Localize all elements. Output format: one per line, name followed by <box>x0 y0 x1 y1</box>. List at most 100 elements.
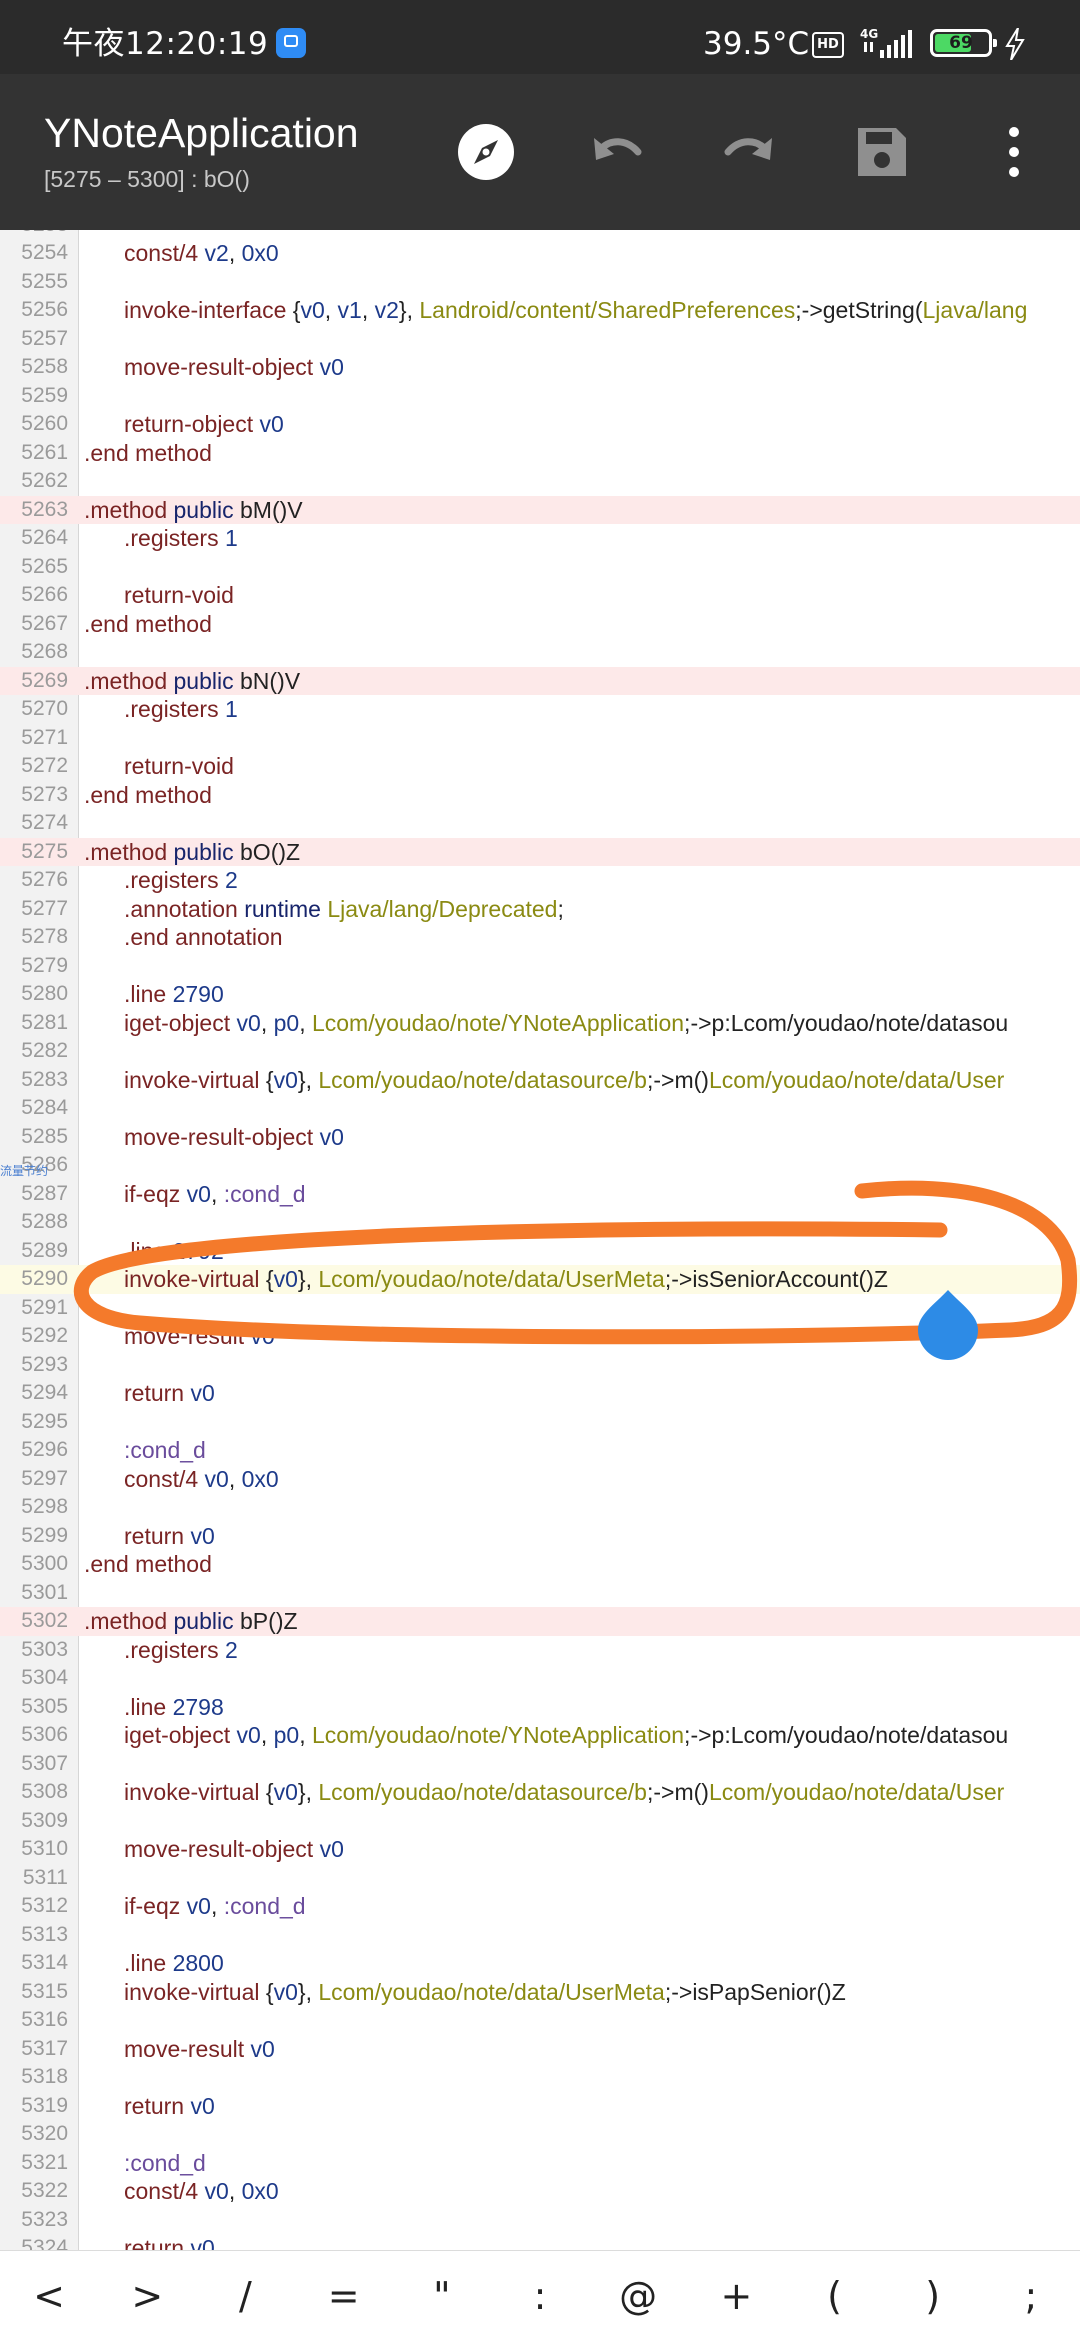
code-line[interactable]: 5292 move-result v0 <box>0 1322 1080 1351</box>
code-line[interactable]: 5318 <box>0 2063 1080 2092</box>
code-text: return v0 <box>124 1380 215 1407</box>
code-line[interactable]: 5322 const/4 v0, 0x0 <box>0 2177 1080 2206</box>
code-line[interactable]: 5294 return v0 <box>0 1379 1080 1408</box>
method-range-subtitle: [5275 – 5300] : bO() <box>44 166 250 192</box>
code-line[interactable]: 5291 <box>0 1294 1080 1323</box>
code-line[interactable]: 5272 return-void <box>0 752 1080 781</box>
code-line[interactable]: 5297 const/4 v0, 0x0 <box>0 1465 1080 1494</box>
undo-icon[interactable] <box>584 118 652 186</box>
code-line[interactable]: 5293 <box>0 1351 1080 1380</box>
save-icon[interactable] <box>848 118 916 186</box>
code-line[interactable]: 5288 <box>0 1208 1080 1237</box>
code-line[interactable]: 5260 return-object v0 <box>0 410 1080 439</box>
code-line[interactable]: 5289 .line 2792 <box>0 1237 1080 1266</box>
code-line[interactable]: 5309 <box>0 1807 1080 1836</box>
symbol-key[interactable]: + <box>688 2251 784 2341</box>
symbol-key[interactable]: < <box>1 2251 97 2341</box>
symbol-key[interactable]: " <box>394 2251 490 2341</box>
code-line[interactable]: 5301 <box>0 1579 1080 1608</box>
code-line[interactable]: 5304 <box>0 1664 1080 1693</box>
symbol-key[interactable]: ) <box>885 2251 981 2341</box>
code-line[interactable]: 5276 .registers 2 <box>0 866 1080 895</box>
code-line[interactable]: 5262 <box>0 467 1080 496</box>
code-line[interactable]: 5287 if-eqz v0, :cond_d <box>0 1180 1080 1209</box>
code-line[interactable]: 5319 return v0 <box>0 2092 1080 2121</box>
code-line[interactable]: 5271 <box>0 724 1080 753</box>
code-line[interactable]: 5317 move-result v0 <box>0 2035 1080 2064</box>
code-line[interactable]: 5254 const/4 v2, 0x0 <box>0 239 1080 268</box>
code-line[interactable]: 5303 .registers 2 <box>0 1636 1080 1665</box>
code-line[interactable]: 5282 <box>0 1037 1080 1066</box>
code-line[interactable]: 5308 invoke-virtual {v0}, Lcom/youdao/not… <box>0 1778 1080 1807</box>
code-line[interactable]: 5323 <box>0 2206 1080 2235</box>
code-line[interactable]: 5290 invoke-virtual {v0}, Lcom/youdao/not… <box>0 1265 1080 1294</box>
code-line[interactable]: 5268 <box>0 638 1080 667</box>
symbol-key[interactable]: > <box>99 2251 195 2341</box>
code-line[interactable]: 5302 .method public bP()Z <box>0 1607 1080 1636</box>
code-line[interactable]: 5278 .end annotation <box>0 923 1080 952</box>
code-line[interactable]: 5306 iget-object v0, p0, Lcom/youdao/note… <box>0 1721 1080 1750</box>
code-line[interactable]: 5320 <box>0 2120 1080 2149</box>
code-line[interactable]: 5266 return-void <box>0 581 1080 610</box>
code-line[interactable]: 5283 invoke-virtual {v0}, Lcom/youdao/not… <box>0 1066 1080 1095</box>
code-line[interactable]: 5310 move-result-object v0 <box>0 1835 1080 1864</box>
code-line[interactable]: 5295 <box>0 1408 1080 1437</box>
navigate-compass-icon[interactable] <box>452 118 520 186</box>
code-line[interactable]: 5298 <box>0 1493 1080 1522</box>
symbol-key[interactable]: = <box>296 2251 392 2341</box>
code-line[interactable]: 5270 .registers 1 <box>0 695 1080 724</box>
code-line[interactable]: 5279 <box>0 952 1080 981</box>
code-line[interactable]: 5256 invoke-interface {v0, v1, v2}, Landr… <box>0 296 1080 325</box>
code-line[interactable]: 5316 <box>0 2006 1080 2035</box>
code-line[interactable]: 5284 <box>0 1094 1080 1123</box>
symbol-key[interactable]: @ <box>590 2251 686 2341</box>
code-line[interactable]: 5265 <box>0 553 1080 582</box>
code-line[interactable]: 5274 <box>0 809 1080 838</box>
code-line[interactable]: 5312 if-eqz v0, :cond_d <box>0 1892 1080 1921</box>
more-vert-icon[interactable] <box>980 118 1048 186</box>
code-line[interactable]: 5314 .line 2800 <box>0 1949 1080 1978</box>
code-line[interactable]: 5307 <box>0 1750 1080 1779</box>
code-line[interactable]: 5264 .registers 1 <box>0 524 1080 553</box>
code-line[interactable]: 5267 .end method <box>0 610 1080 639</box>
code-line[interactable]: 5257 <box>0 325 1080 354</box>
smali-code-editor[interactable]: 5253 5254 const/4 v2, 0x0 5255 5256 invoke-in… <box>0 230 1080 2250</box>
code-line[interactable]: 5259 <box>0 382 1080 411</box>
code-line[interactable]: 5300 .end method <box>0 1550 1080 1579</box>
code-line[interactable]: 5313 <box>0 1921 1080 1950</box>
code-line[interactable]: 5321:cond_d <box>0 2149 1080 2178</box>
code-line[interactable]: 5285 move-result-object v0 <box>0 1123 1080 1152</box>
code-line[interactable]: 5263 .method public bM()V <box>0 495 1080 525</box>
code-line[interactable]: 5296:cond_d <box>0 1436 1080 1465</box>
charging-bolt-icon <box>1005 28 1025 60</box>
code-line[interactable]: 5253 <box>0 230 1080 239</box>
code-line[interactable]: 5324 return v0 <box>0 2234 1080 2250</box>
code-text: .registers 2 <box>124 1636 238 1663</box>
symbol-key[interactable]: / <box>197 2251 293 2341</box>
code-text: .line 2792 <box>124 1237 224 1264</box>
line-number: 5287 <box>21 1181 68 1205</box>
symbol-key[interactable]: ( <box>787 2251 883 2341</box>
code-line[interactable]: 5305 .line 2798 <box>0 1693 1080 1722</box>
line-number: 5306 <box>21 1723 68 1747</box>
code-line[interactable]: 5277 .annotation runtime Ljava/lang/Depre… <box>0 895 1080 924</box>
code-line[interactable]: 5255 <box>0 268 1080 297</box>
symbol-key[interactable]: : <box>492 2251 588 2341</box>
code-line[interactable]: 5273 .end method <box>0 781 1080 810</box>
code-line[interactable]: 5286 <box>0 1151 1080 1180</box>
line-number: 5277 <box>21 896 68 920</box>
code-line[interactable]: 5258 move-result-object v0 <box>0 353 1080 382</box>
code-line[interactable]: 5281 iget-object v0, p0, Lcom/youdao/note… <box>0 1009 1080 1038</box>
code-line[interactable]: 5280 .line 2790 <box>0 980 1080 1009</box>
line-number: 5260 <box>21 412 68 436</box>
status-bar: 午夜12:20:19 39.5°C HD 4G 69 <box>0 0 1080 74</box>
code-text: move-result-object v0 <box>124 1123 344 1150</box>
code-line[interactable]: 5299 return v0 <box>0 1522 1080 1551</box>
code-line[interactable]: 5311 <box>0 1864 1080 1893</box>
code-line[interactable]: 5269 .method public bN()V <box>0 666 1080 696</box>
code-line[interactable]: 5261 .end method <box>0 439 1080 468</box>
symbol-key[interactable]: ; <box>983 2251 1079 2341</box>
code-line[interactable]: 5315 invoke-virtual {v0}, Lcom/youdao/not… <box>0 1978 1080 2007</box>
redo-icon[interactable] <box>714 118 782 186</box>
code-line[interactable]: 5275 .method public bO()Z <box>0 837 1080 867</box>
